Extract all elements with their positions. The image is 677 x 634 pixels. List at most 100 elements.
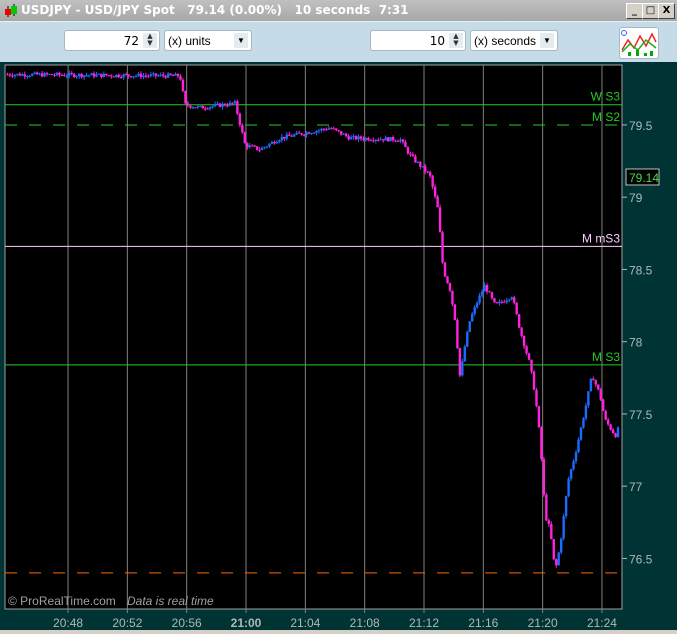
candle-down (520, 327, 523, 336)
candle-down (424, 166, 427, 172)
y-tick-label: 79 (629, 191, 643, 205)
candle-up (157, 75, 160, 77)
candle-down (325, 129, 328, 131)
candle-up (421, 166, 424, 168)
candle-down (537, 406, 541, 428)
units-spinner[interactable]: ▲ ▼ (143, 33, 157, 48)
candle-up (483, 284, 486, 292)
y-tick-label: 76.5 (629, 552, 653, 566)
candle-down (604, 411, 607, 420)
candle-down (201, 105, 204, 109)
candle-up (310, 133, 313, 135)
candle-down (8, 74, 12, 76)
candle-down (147, 75, 150, 77)
candle-down (503, 301, 506, 303)
chart-area[interactable]: 20:48 20:52 20:56 21:00 21:04 21:08 21:12 21:16… (0, 62, 677, 630)
last-price-label: 79.14 (629, 171, 659, 185)
candle-down (179, 76, 182, 80)
title-price: 79.14 (0.00%) (187, 3, 282, 17)
candle-up (312, 132, 316, 134)
candle-up (233, 101, 237, 104)
candle-up (26, 76, 29, 78)
close-button[interactable]: X (658, 3, 675, 19)
y-tick-label: 77 (629, 480, 643, 494)
candle-up (268, 143, 271, 147)
candle-up (616, 427, 620, 438)
candle-down (542, 459, 546, 495)
candle-up (562, 516, 565, 539)
candle-down (171, 74, 175, 76)
candle-down (246, 143, 249, 148)
candle-up (461, 361, 464, 376)
candle-up (579, 427, 583, 440)
minimize-button[interactable]: _ (626, 3, 643, 19)
x-tick-label: 21:04 (290, 616, 320, 630)
x-tick-label: 20:52 (112, 616, 142, 630)
candle-down (332, 128, 335, 130)
chevron-down-icon[interactable]: ▼ (234, 33, 248, 48)
candle-down (226, 105, 229, 107)
candle-up (263, 147, 266, 149)
price-chart[interactable]: 20:48 20:52 20:56 21:00 21:04 21:08 21:12 21:16… (0, 62, 677, 630)
candle-up (285, 134, 289, 139)
candle-down (597, 384, 600, 390)
candle-up (473, 307, 476, 314)
candle-down (18, 73, 22, 76)
x-tick-label: 21:00 (231, 616, 262, 630)
candle-down (218, 103, 222, 107)
candle-up (97, 73, 101, 75)
candle-up (270, 141, 274, 144)
candle-down (443, 262, 447, 277)
candle-down (258, 149, 261, 151)
candle-down (359, 136, 363, 139)
chevron-down-icon[interactable]: ▼ (540, 33, 554, 48)
candle-down (107, 75, 111, 77)
candle-down (45, 73, 49, 75)
x-tick-label: 20:48 (53, 616, 83, 630)
units-select[interactable]: (x) units ▼ (164, 30, 252, 51)
candle-down (602, 399, 605, 412)
candle-up (574, 452, 578, 462)
candle-up (315, 130, 318, 133)
units-count-input[interactable]: 72 ▲ ▼ (64, 30, 160, 51)
candle-up (352, 136, 355, 138)
candle-down (409, 153, 412, 155)
candle-up (582, 418, 585, 428)
candle-up (115, 74, 118, 77)
period-unit-select[interactable]: (x) seconds ▼ (470, 30, 558, 51)
candle-up (280, 136, 284, 141)
candle-up (416, 161, 420, 163)
candle-up (470, 313, 474, 322)
candle-down (11, 75, 14, 77)
candle-up (587, 391, 590, 406)
candle-up (90, 73, 93, 76)
candle-down (490, 292, 494, 299)
candle-up (384, 137, 387, 141)
x-tick-label: 20:56 (172, 616, 202, 630)
period-spinner[interactable]: ▲ ▼ (449, 33, 463, 48)
candle-down (446, 276, 449, 284)
candle-down (255, 146, 259, 150)
candle-up (327, 128, 331, 130)
period-value-input[interactable]: 10 ▲ ▼ (370, 30, 466, 51)
candle-up (357, 136, 360, 140)
indicators-button[interactable] (619, 27, 659, 59)
x-tick-label: 21:16 (468, 616, 498, 630)
candle-up (199, 105, 202, 107)
candle-up (466, 331, 469, 347)
candle-up (65, 75, 68, 77)
candle-down (550, 524, 553, 540)
candle-down (80, 73, 83, 78)
candle-down (396, 140, 400, 142)
candle-up (68, 72, 71, 76)
candle-down (377, 139, 380, 141)
candle-down (401, 139, 405, 142)
candle-down (288, 134, 291, 136)
maximize-button[interactable]: □ (642, 3, 659, 19)
candle-down (555, 559, 558, 566)
candle-up (191, 107, 195, 109)
candle-down (223, 103, 227, 106)
candle-down (552, 539, 555, 560)
candle-up (399, 139, 402, 142)
candle-up (480, 291, 484, 296)
